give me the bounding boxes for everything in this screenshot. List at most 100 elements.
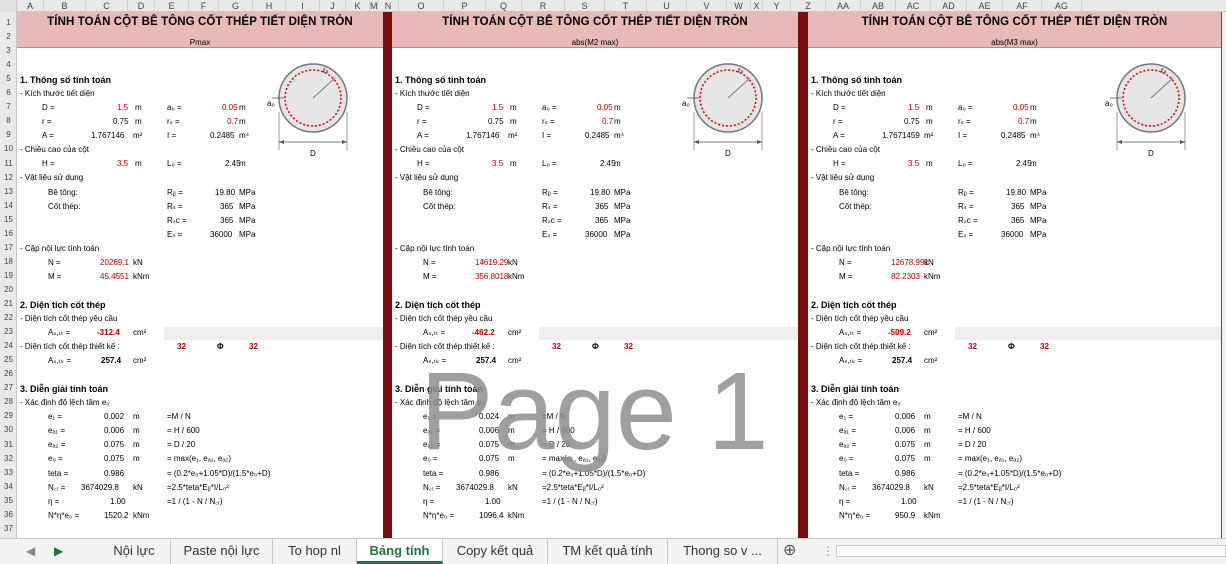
label[interactable]: N꜀ᵣ = [48, 482, 65, 494]
unit[interactable]: m [924, 439, 931, 451]
label[interactable]: I = [167, 130, 176, 142]
sheet-tab[interactable]: Copy kết quả [443, 539, 548, 564]
label[interactable]: D = [42, 102, 55, 114]
column-header[interactable]: AF [1003, 0, 1042, 12]
value-teta[interactable]: 0.986 [104, 468, 124, 480]
section-2-heading[interactable]: 2. Diện tích cốt thép [811, 299, 897, 311]
row-header[interactable]: 31 [0, 440, 16, 450]
sheet-tab[interactable]: TM kết quả tính [548, 539, 668, 564]
label[interactable]: η = [839, 496, 850, 508]
formula[interactable]: =2.5*teta*Eᵦ*I/L₀² [542, 482, 604, 494]
column-header[interactable]: P [444, 0, 486, 12]
formula[interactable]: = D / 20 [958, 439, 986, 451]
unit[interactable]: kN [924, 482, 934, 494]
tab-menu-icon[interactable]: ⋮ [822, 541, 834, 561]
label[interactable]: N = [839, 257, 852, 269]
unit[interactable]: m [924, 425, 931, 437]
label[interactable]: a₀ = [542, 102, 557, 114]
value-eta[interactable]: 1.00 [110, 496, 126, 508]
unit[interactable]: kNm [508, 271, 524, 283]
sheet-tab[interactable]: Bảng tính [357, 539, 443, 564]
row-header[interactable]: 17 [0, 243, 16, 253]
unit[interactable]: m [926, 116, 933, 128]
column-header[interactable]: R [522, 0, 565, 12]
value-ast-required[interactable]: -509.2 [888, 327, 911, 339]
unit[interactable]: m [1030, 102, 1037, 114]
value-a0[interactable]: 0.05 [1013, 102, 1029, 114]
column-header[interactable]: B [44, 0, 86, 12]
unit[interactable]: kNm [508, 510, 524, 522]
unit[interactable]: m [1030, 158, 1037, 170]
row-header[interactable]: 24 [0, 341, 16, 351]
value-rs[interactable]: 0.7 [1018, 116, 1029, 128]
label[interactable]: N = [423, 257, 436, 269]
unit[interactable]: m [510, 158, 517, 170]
label[interactable]: - Kích thước tiết diện [811, 88, 886, 100]
row-header[interactable]: 28 [0, 397, 16, 407]
label[interactable]: L₀ = [958, 158, 973, 170]
unit[interactable]: MPa [614, 229, 630, 241]
unit[interactable]: m² [508, 130, 517, 142]
section-1-heading[interactable]: 1. Thông số tính toán [395, 74, 486, 86]
unit[interactable]: m [239, 102, 246, 114]
unit[interactable]: MPa [239, 201, 255, 213]
label[interactable]: N = [48, 257, 61, 269]
load-case-subtitle[interactable]: Pmax [17, 38, 383, 47]
label[interactable]: rₛ = [542, 116, 555, 128]
column-header[interactable]: AA [826, 0, 861, 12]
column-header[interactable]: A [17, 0, 44, 12]
unit[interactable]: kN [508, 482, 518, 494]
value-ne[interactable]: 1096.4 [479, 510, 503, 522]
value-h[interactable]: 3.5 [492, 158, 503, 170]
label[interactable]: - Diện tích cốt thép yêu cầu [20, 313, 117, 325]
column-header[interactable]: F [189, 0, 219, 12]
sheet-tab[interactable]: Paste nội lực [171, 539, 273, 564]
value-h[interactable]: 3.5 [117, 158, 128, 170]
value-eta[interactable]: 1.00 [485, 496, 501, 508]
column-header[interactable]: O [399, 0, 444, 12]
value-d[interactable]: 1.5 [117, 102, 128, 114]
label[interactable]: Rₛc = [167, 215, 187, 227]
row-header[interactable]: 20 [0, 285, 16, 295]
label[interactable]: - Kích thước tiết diện [395, 88, 470, 100]
label[interactable]: L₀ = [542, 158, 557, 170]
unit[interactable]: cm² [508, 327, 521, 339]
formula[interactable]: = (0.2*e₀+1.05*D)/(1.5*e₀+D) [167, 468, 270, 480]
value-rs[interactable]: 0.7 [602, 116, 613, 128]
value-ea2[interactable]: 0.075 [104, 439, 124, 451]
label[interactable]: Cốt thép: [839, 201, 871, 213]
row-header[interactable]: 9 [0, 130, 16, 140]
row-header[interactable]: 22 [0, 313, 16, 323]
label[interactable]: Aₛ,ₜₜ = [839, 327, 861, 339]
unit[interactable]: kNm [133, 510, 149, 522]
unit[interactable]: MPa [1030, 229, 1046, 241]
label[interactable]: - Chiều cao của cột [811, 144, 880, 156]
label[interactable]: Bê tông: [48, 187, 78, 199]
label[interactable]: r = [833, 116, 843, 128]
row-header[interactable]: 19 [0, 271, 16, 281]
unit[interactable]: m⁴ [1030, 130, 1040, 142]
row-header[interactable]: 25 [0, 355, 16, 365]
column-header[interactable]: G [219, 0, 253, 12]
label[interactable]: rₛ = [958, 116, 971, 128]
value-teta[interactable]: 0.986 [895, 468, 915, 480]
value-ast-design[interactable]: 257.4 [101, 355, 121, 367]
value-rb[interactable]: 19.80 [590, 187, 610, 199]
label[interactable]: A = [42, 130, 54, 142]
row-header[interactable]: 32 [0, 454, 16, 464]
value-rs-steel[interactable]: 365 [1011, 201, 1024, 213]
row-header[interactable]: 15 [0, 215, 16, 225]
unit[interactable]: m [926, 102, 933, 114]
row-header[interactable]: 21 [0, 299, 16, 309]
value-rsc[interactable]: 365 [1011, 215, 1024, 227]
unit[interactable]: m [135, 102, 142, 114]
label[interactable]: Eₛ = [958, 229, 973, 241]
unit[interactable]: MPa [239, 229, 255, 241]
column-header[interactable]: N [378, 0, 399, 12]
column-header[interactable]: J [320, 0, 346, 12]
row-header[interactable]: 1 [0, 18, 16, 28]
column-header[interactable]: D [128, 0, 155, 12]
value-a0[interactable]: 0.05 [597, 102, 613, 114]
label[interactable]: N*η*e₀ = [839, 510, 870, 522]
label[interactable]: H = [833, 158, 846, 170]
